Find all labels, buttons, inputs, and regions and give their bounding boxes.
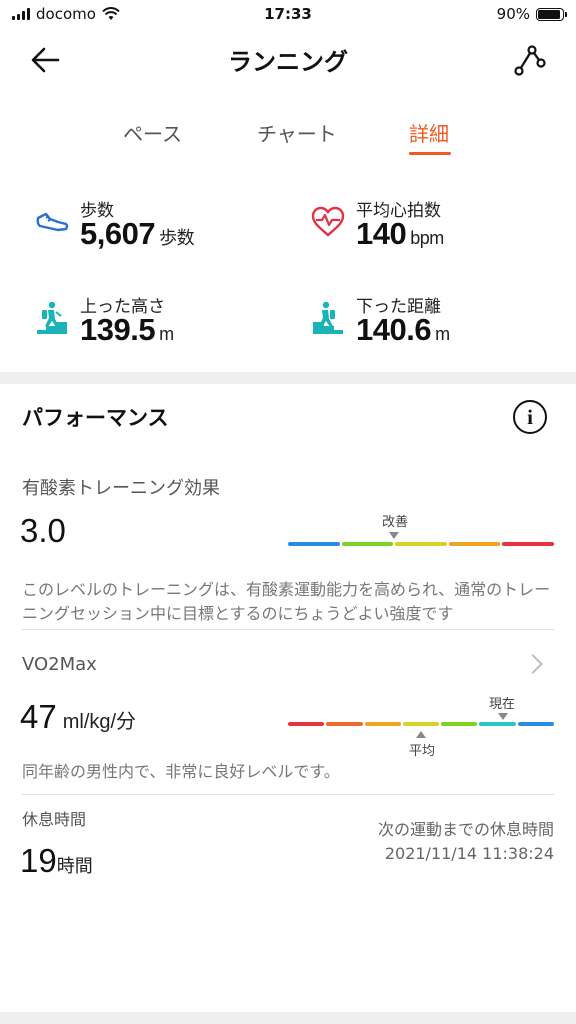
vo2max-number: 47 <box>20 698 57 735</box>
hiker-down-icon <box>313 301 343 334</box>
bar-segment <box>441 722 478 726</box>
rest-number: 19 <box>20 842 57 879</box>
metric-ascent: 上った高さ 139.5 m <box>34 294 274 364</box>
bar-segment <box>402 722 440 726</box>
rest-value: 19時間 <box>20 842 93 880</box>
status-bar: docomo 17:33 90% <box>0 0 576 30</box>
bar-segment <box>288 722 325 726</box>
hiker-up-icon <box>37 301 67 334</box>
bar-segment <box>448 542 501 546</box>
bar-segment <box>326 722 363 726</box>
rest-unit: 時間 <box>56 856 93 876</box>
heart-rate-icon <box>311 206 345 237</box>
aerobic-marker-label: 改善 <box>382 515 409 530</box>
metric-value: 140 bpm <box>356 216 444 252</box>
vo2max-level-bar <box>288 722 554 726</box>
status-time: 17:33 <box>264 5 312 23</box>
vo2max-label: VO2Max <box>22 654 97 675</box>
tab-details[interactable]: 詳細 <box>409 118 449 147</box>
metric-steps: 歩数 5,607 歩数 <box>34 198 274 268</box>
bar-segment <box>395 542 447 546</box>
battery-icon <box>536 7 567 21</box>
vo2max-unit: ml/kg/分 <box>62 711 137 733</box>
vo2max-current-label: 現在 <box>489 697 516 712</box>
vo2max-value: 47 ml/kg/分 <box>20 698 136 736</box>
battery-percent: 90% <box>496 5 530 23</box>
vo2max-description: 同年齢の男性内で、非常に良好レベルです。 <box>22 762 340 781</box>
chevron-right-icon[interactable] <box>523 654 543 674</box>
performance-title: パフォーマンス <box>22 406 169 430</box>
section-divider <box>0 372 576 384</box>
metric-number: 5,607 <box>80 216 156 251</box>
divider-line <box>22 794 554 795</box>
vo2max-current-marker <box>498 713 509 720</box>
bottom-divider <box>0 1012 576 1024</box>
next-workout-datetime: 2021/11/14 11:38:24 <box>384 844 554 863</box>
active-tab-indicator <box>409 152 451 155</box>
status-right: 90% <box>496 5 567 23</box>
vo2max-average-marker <box>416 731 426 738</box>
metric-descent: 下った距離 140.6 m <box>310 294 560 364</box>
bar-segment <box>341 542 394 546</box>
metric-number: 139.5 <box>80 312 156 347</box>
metric-heart-rate: 平均心拍数 140 bpm <box>310 198 560 268</box>
bar-segment <box>517 722 554 726</box>
aerobic-value: 3.0 <box>20 512 66 549</box>
tab-pace[interactable]: ペース <box>123 118 182 147</box>
battery-fill <box>538 9 560 19</box>
metric-unit: m <box>435 324 450 344</box>
aerobic-level-bar <box>288 542 554 546</box>
info-icon[interactable]: i <box>513 400 547 434</box>
next-workout-label: 次の運動までの休息時間 <box>377 820 554 839</box>
bar-segment <box>288 542 340 546</box>
aerobic-label: 有酸素トレーニング効果 <box>22 478 220 499</box>
metric-unit: 歩数 <box>159 228 195 248</box>
metric-number: 140.6 <box>356 312 432 347</box>
app-header: ランニング <box>0 30 576 90</box>
route-share-icon[interactable] <box>512 42 548 78</box>
bar-segment <box>479 722 516 726</box>
metric-unit: m <box>159 324 174 344</box>
metric-number: 140 <box>356 216 407 251</box>
aerobic-marker <box>389 532 400 539</box>
vo2max-average-label: 平均 <box>409 744 436 759</box>
metric-unit: bpm <box>410 228 444 248</box>
rest-label: 休息時間 <box>22 810 87 829</box>
shoe-icon <box>36 212 69 232</box>
bar-segment <box>364 722 401 726</box>
page-title: ランニング <box>228 48 348 76</box>
tab-bar: ペース チャート 詳細 <box>0 118 576 158</box>
metric-value: 5,607 歩数 <box>80 216 195 252</box>
aerobic-description: このレベルのトレーニングは、有酸素運動能力を高められ、通常のトレーニングセッショ… <box>22 580 551 623</box>
metric-value: 139.5 m <box>80 312 174 348</box>
metric-value: 140.6 m <box>356 312 450 348</box>
divider-line <box>22 629 554 630</box>
bar-segment <box>502 542 554 546</box>
tab-chart[interactable]: チャート <box>257 118 337 147</box>
